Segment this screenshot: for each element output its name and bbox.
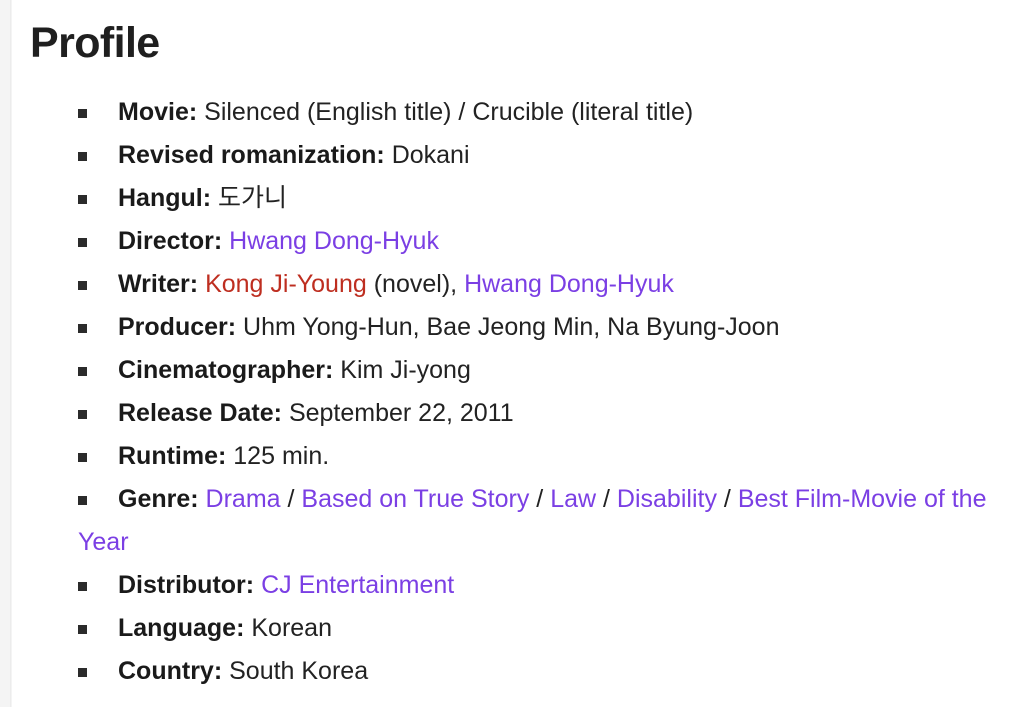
link-genre-drama[interactable]: Drama [206,485,281,513]
list-item-country: Country: South Korea [78,650,1004,693]
bullet-marker-icon [78,667,87,677]
bullet-marker-icon [78,495,87,505]
link-genre-disability[interactable]: Disability [617,485,717,513]
field-value-revised-romanization: Dokani [391,140,470,169]
link-writer-kong-ji-young[interactable]: Kong Ji-Young [205,270,367,298]
field-value-producer: Uhm Yong-Hun, Bae Jeong Min, Na Byung-Jo… [243,312,780,341]
profile-content-sheet: Profile Movie: Silenced (English title) … [12,0,1024,707]
list-item-language: Language: Korean [78,607,1004,650]
bullet-marker-icon [78,237,87,247]
list-item-release-date: Release Date: September 22, 2011 [78,392,1004,435]
field-label-country: Country: [118,656,223,685]
field-label-genre: Genre: [118,484,199,513]
genre-separator: / [723,484,731,513]
link-writer-hwang-dong-hyuk[interactable]: Hwang Dong-Hyuk [464,270,674,298]
list-item-cinematographer: Cinematographer: Kim Ji-yong [78,349,1004,392]
field-value-hangul: 도가니 [218,183,288,212]
bullet-marker-icon [78,409,87,419]
field-value-runtime: 125 min. [233,441,330,470]
field-label-release-date: Release Date: [118,398,282,427]
bullet-marker-icon [78,323,87,333]
field-label-writer: Writer: [118,269,199,298]
list-item-distributor: Distributor: CJ Entertainment [78,564,1004,607]
field-label-movie: Movie: [118,97,198,126]
bullet-marker-icon [78,366,87,376]
genre-separator: / [603,484,610,513]
profile-page: Profile Movie: Silenced (English title) … [0,0,1024,707]
field-label-cinematographer: Cinematographer: [118,355,334,384]
field-label-language: Language: [118,613,245,642]
field-label-director: Director: [118,226,223,255]
list-item-producer: Producer: Uhm Yong-Hun, Bae Jeong Min, N… [78,306,1004,349]
field-value-language: Korean [251,613,332,642]
field-label-runtime: Runtime: [118,441,227,470]
field-label-revised-romanization: Revised romanization: [118,140,385,169]
writer-novel-note: (novel), [373,269,458,298]
bullet-marker-icon [78,151,87,161]
list-item-hangul: Hangul: 도가니 [78,177,1004,220]
link-distributor-cj-entertainment[interactable]: CJ Entertainment [261,571,454,599]
list-item-revised-romanization: Revised romanization: Dokani [78,134,1004,177]
bullet-marker-icon [78,624,87,634]
page-left-gutter [0,0,11,707]
field-label-producer: Producer: [118,312,237,341]
list-item-movie: Movie: Silenced (English title) / Crucib… [78,91,1004,134]
bullet-marker-icon [78,581,87,591]
genre-separator: / [536,484,544,513]
bullet-marker-icon [78,108,87,118]
field-label-hangul: Hangul: [118,183,212,212]
list-item-writer: Writer: Kong Ji-Young (novel), Hwang Don… [78,263,1004,306]
bullet-marker-icon [78,452,87,462]
profile-field-list: Movie: Silenced (English title) / Crucib… [12,91,1024,693]
link-genre-law[interactable]: Law [550,485,596,513]
list-item-director: Director: Hwang Dong-Hyuk [78,220,1004,263]
list-item-runtime: Runtime: 125 min. [78,435,1004,478]
link-director-hwang-dong-hyuk[interactable]: Hwang Dong-Hyuk [229,227,439,255]
link-genre-based-on-true-story[interactable]: Based on True Story [301,485,529,513]
field-value-movie: Silenced (English title) / Crucible (lit… [204,97,694,126]
field-value-cinematographer: Kim Ji-yong [340,355,471,384]
bullet-marker-icon [78,194,87,204]
bullet-marker-icon [78,280,87,290]
field-value-country: South Korea [229,656,369,685]
page-title: Profile [30,19,160,67]
field-label-distributor: Distributor: [118,570,255,599]
genre-separator: / [287,484,295,513]
field-value-release-date: September 22, 2011 [288,398,514,427]
list-item-genre: Genre: Drama / Based on True Story / Law… [78,478,1004,564]
